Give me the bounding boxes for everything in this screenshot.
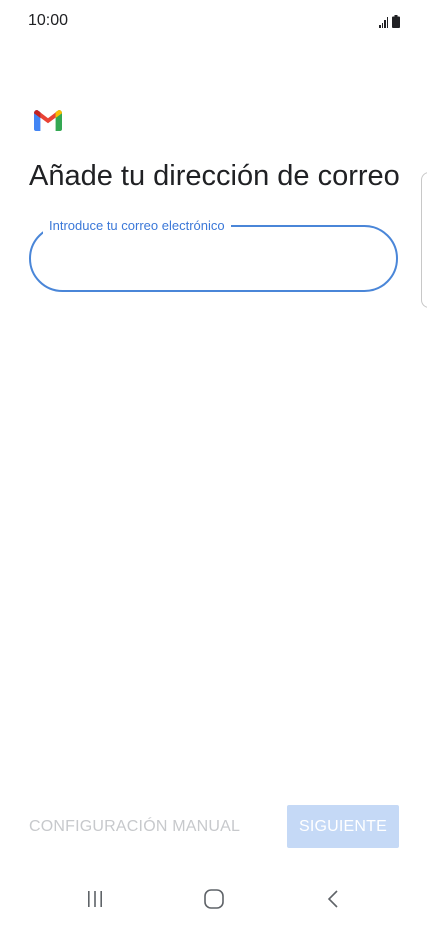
status-bar: 10:00 bbox=[0, 0, 427, 44]
screen: 10:00 Añade tu dirección de correo Intro… bbox=[0, 0, 427, 926]
home-icon[interactable] bbox=[200, 886, 228, 912]
gmail-logo-icon bbox=[34, 110, 62, 131]
email-field[interactable]: Introduce tu correo electrónico bbox=[29, 217, 398, 292]
battery-icon bbox=[392, 15, 400, 28]
back-icon[interactable] bbox=[320, 886, 348, 912]
page-title: Añade tu dirección de correo bbox=[29, 160, 400, 192]
status-time: 10:00 bbox=[28, 12, 69, 29]
status-icons bbox=[379, 14, 400, 28]
manual-config-button[interactable]: CONFIGURACIÓN MANUAL bbox=[29, 812, 240, 842]
navigation-bar bbox=[0, 872, 427, 926]
recent-apps-icon[interactable] bbox=[81, 886, 109, 912]
signal-icon bbox=[379, 16, 388, 28]
email-input[interactable] bbox=[53, 241, 377, 279]
email-field-label: Introduce tu correo electrónico bbox=[43, 217, 231, 235]
next-button[interactable]: SIGUIENTE bbox=[287, 805, 399, 848]
edge-panel-handle[interactable] bbox=[421, 172, 427, 308]
